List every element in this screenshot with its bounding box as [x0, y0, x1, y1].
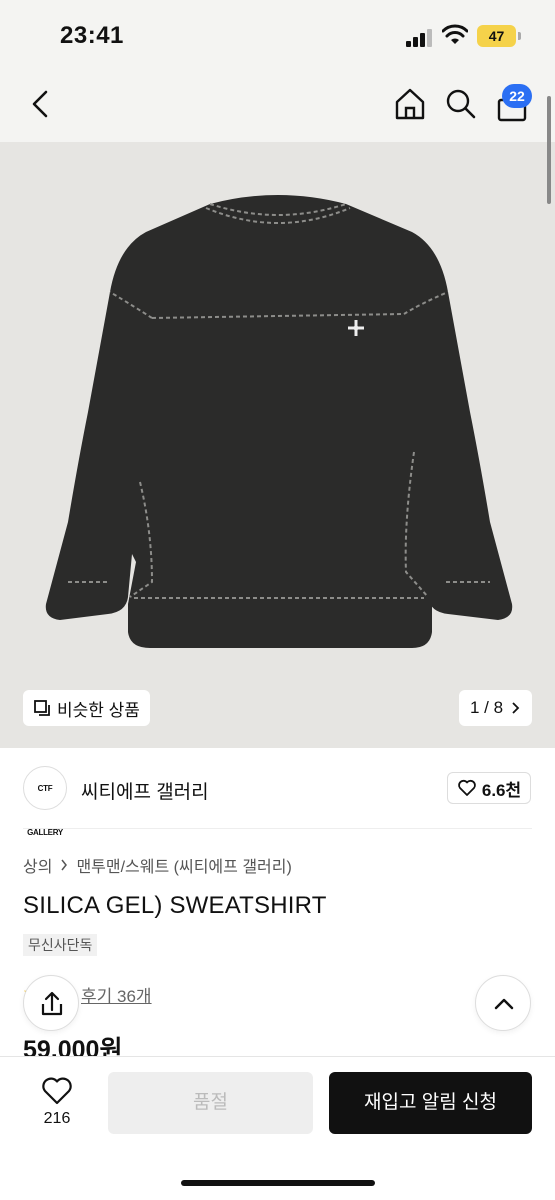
top-nav-bar: [0, 70, 555, 142]
product-image-gallery[interactable]: [0, 142, 555, 748]
heart-icon: [42, 1077, 72, 1105]
wishlist-button[interactable]: 216: [27, 1072, 87, 1136]
brand-like-button[interactable]: 6.6천: [447, 772, 531, 804]
exclusive-badge: 무신사단독: [23, 934, 98, 956]
image-pager-label: 1 / 8: [469, 698, 504, 717]
breadcrumb: 상의 맨투맨/스웨트 (씨티에프 갤러리): [23, 853, 292, 877]
battery-level: 47: [488, 28, 505, 44]
breadcrumb-subcategory[interactable]: 맨투맨/스웨트 (씨티에프 갤러리): [76, 853, 291, 877]
scrollbar[interactable]: [547, 96, 551, 204]
product-image: [45, 195, 513, 648]
home-icon[interactable]: [390, 84, 430, 124]
battery-tip: [518, 32, 521, 40]
back-icon[interactable]: [20, 84, 60, 124]
product-title: SILICA GEL) SWEATSHIRT: [23, 892, 327, 919]
chevron-right-icon: [512, 702, 520, 714]
image-pager[interactable]: 1 / 8: [459, 690, 532, 726]
wifi-icon: [442, 24, 468, 44]
restock-alert-button[interactable]: 재입고 알림 신청: [329, 1072, 532, 1134]
status-bar: 23:41 47: [0, 0, 555, 70]
cellular-signal-icon: [406, 29, 434, 47]
chevron-right-icon: [61, 859, 68, 871]
cart-count-badge: 22: [502, 84, 532, 108]
share-icon: [41, 991, 63, 1016]
search-icon[interactable]: [441, 84, 481, 124]
status-time: 23:41: [60, 22, 124, 49]
scroll-to-top-button[interactable]: [475, 975, 531, 1031]
heart-icon: [458, 779, 476, 796]
divider: [23, 828, 532, 829]
review-link[interactable]: 후기 36개: [81, 982, 152, 1007]
similar-products-label: 비슷한 상품: [57, 700, 140, 720]
brand-name[interactable]: 씨티에프 갤러리: [81, 777, 209, 804]
wishlist-count: 216: [43, 1110, 71, 1127]
brand-like-count: 6.6천: [481, 780, 522, 800]
breadcrumb-category[interactable]: 상의: [23, 853, 52, 877]
brand-logo[interactable]: CTF GALLERY: [23, 766, 67, 837]
similar-products-button[interactable]: 비슷한 상품: [23, 690, 150, 726]
brand-row[interactable]: CTF GALLERY 씨티에프 갤러리 6.6천: [0, 760, 555, 837]
copy-icon: [34, 700, 50, 716]
home-indicator: [181, 1180, 375, 1186]
share-button[interactable]: [23, 975, 79, 1031]
chevron-up-icon: [494, 998, 514, 1010]
battery-indicator: 47: [477, 25, 516, 47]
soldout-button: 품절: [108, 1072, 313, 1134]
